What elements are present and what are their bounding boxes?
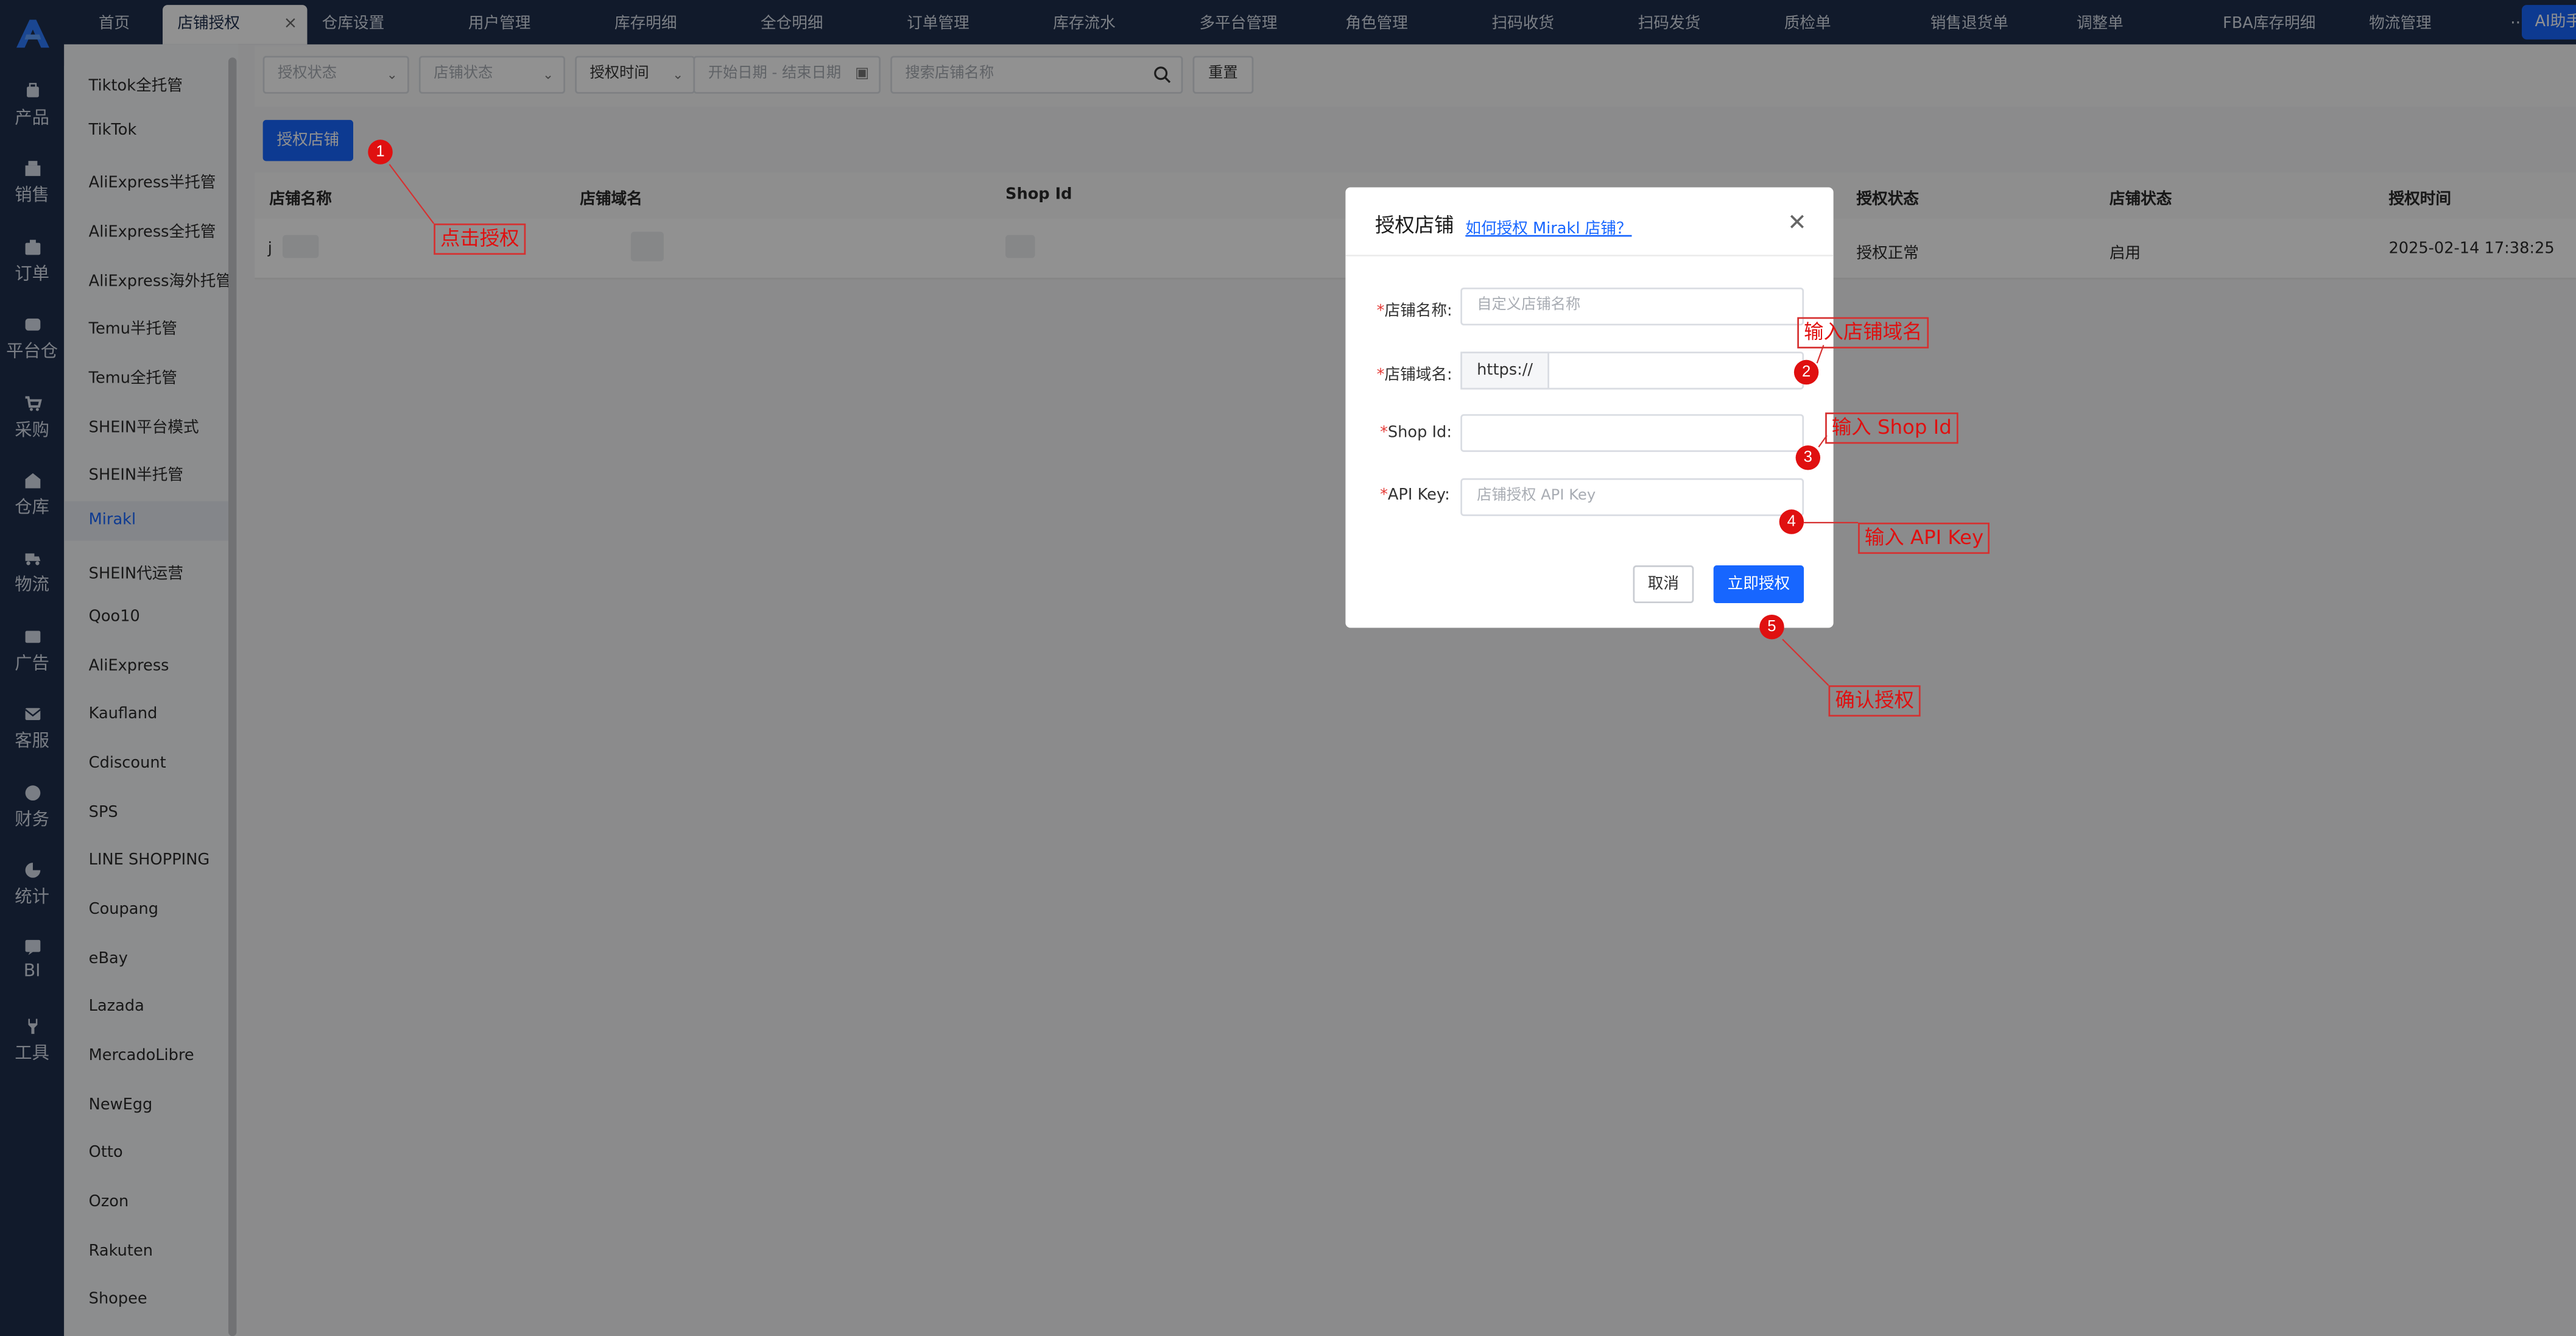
annotation-label-1: 点击授权 <box>434 223 526 255</box>
annotation-number-1: 1 <box>368 140 393 164</box>
annotation-label-5: 确认授权 <box>1828 685 1921 717</box>
annotation-label-3: 输入 Shop Id <box>1825 412 1958 444</box>
annotation-number-2: 2 <box>1793 359 1819 385</box>
app-root: 首页 店铺授权 × 仓库设置 用户管理 库存明细 全仓明细 订单管理 库存流水 … <box>0 0 2576 1336</box>
annotation-number-4: 4 <box>1779 509 1804 534</box>
annotation-number-3: 3 <box>1795 445 1821 470</box>
annotation-number-5: 5 <box>1759 614 1784 640</box>
annotation-leader-lines <box>389 164 1859 686</box>
annotation-label-2: 输入店铺域名 <box>1797 317 1929 348</box>
annotation-label-4: 输入 API Key <box>1858 522 1990 554</box>
